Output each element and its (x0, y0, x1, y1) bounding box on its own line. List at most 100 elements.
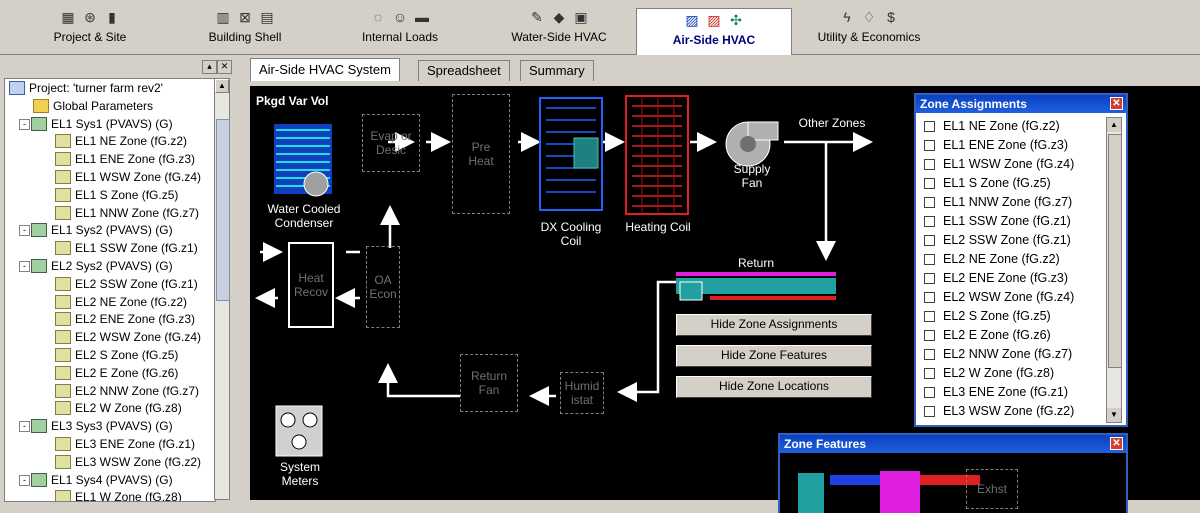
tree-node[interactable]: EL2 S Zone (fG.z5) (5, 346, 215, 364)
zone-checkbox[interactable] (924, 387, 935, 399)
zone-assignment-row[interactable]: EL1 WSW Zone (fG.z4) (924, 155, 1074, 174)
zone-checkbox[interactable] (924, 140, 935, 152)
tree-node[interactable]: EL2 WSW Zone (fG.z4) (5, 328, 215, 346)
evap-or-desic-box[interactable]: Evap or Desic (362, 114, 420, 172)
zone-assignment-row[interactable]: EL1 NNW Zone (fG.z7) (924, 193, 1072, 212)
tree-node[interactable]: EL3 WSW Zone (fG.z2) (5, 453, 215, 471)
tree-expander-icon[interactable]: - (19, 261, 30, 272)
zone-assignment-row[interactable]: EL2 NNW Zone (fG.z7) (924, 345, 1072, 364)
zone-checkbox[interactable] (924, 273, 935, 285)
zone-checkbox[interactable] (924, 406, 935, 418)
tree-expander-icon[interactable]: - (19, 118, 30, 130)
tree-node[interactable]: - EL2 Sys2 (PVAVS) (G) (5, 257, 215, 275)
tree-expander-icon[interactable]: - (19, 421, 30, 433)
tree-node[interactable]: EL2 E Zone (fG.z6) (5, 364, 215, 382)
heat-recovery-box[interactable]: Heat Recov (288, 242, 334, 328)
zone-assignment-row[interactable]: EL2 SSW Zone (fG.z1) (924, 231, 1071, 250)
heating-coil-icon[interactable] (625, 95, 689, 215)
humidistat-box[interactable]: Humid istat (560, 372, 604, 414)
zone-assignment-row[interactable]: EL2 NE Zone (fG.z2) (924, 250, 1060, 269)
zone-assignments-scrollbar[interactable]: ▲ ▼ (1106, 117, 1122, 423)
tree-node[interactable]: EL1 NE Zone (fG.z2) (5, 132, 215, 150)
tree-node[interactable]: EL3 ENE Zone (fG.z1) (5, 435, 215, 453)
tree-node[interactable]: EL2 ENE Zone (fG.z3) (5, 310, 215, 328)
tree-expander-icon[interactable]: - (19, 474, 30, 486)
water-cooled-condenser-icon[interactable] (274, 124, 332, 197)
preheat-box[interactable]: Pre Heat (452, 94, 510, 214)
tree-node[interactable]: - EL1 Sys4 (PVAVS) (G) (5, 471, 215, 489)
return-duct-icon[interactable] (676, 272, 836, 301)
zone-checkbox[interactable] (924, 292, 935, 304)
zone-checkbox[interactable] (924, 330, 935, 342)
zone-assignment-row[interactable]: EL1 SSW Zone (fG.z1) (924, 212, 1071, 231)
supply-fan-icon[interactable] (725, 121, 779, 167)
zone-checkbox[interactable] (924, 178, 935, 190)
tree-node[interactable]: EL2 W Zone (fG.z8) (5, 399, 215, 417)
minimize-icon[interactable]: ▴ (202, 60, 217, 74)
zone-assignment-row[interactable]: EL3 ENE Zone (fG.z1) (924, 383, 1068, 402)
zone-checkbox[interactable] (924, 254, 935, 266)
tree-node[interactable]: EL1 SSW Zone (fG.z1) (5, 239, 215, 257)
zone-checkbox[interactable] (924, 216, 935, 228)
zone-checkbox[interactable] (924, 197, 935, 209)
zone-assignment-row[interactable]: EL2 WSW Zone (fG.z4) (924, 288, 1074, 307)
zone-assignment-row[interactable]: EL2 W Zone (fG.z8) (924, 364, 1054, 383)
zone-assignment-label: EL3 ENE Zone (fG.z1) (943, 385, 1069, 399)
tree-node[interactable]: Project: 'turner farm rev2' (5, 79, 215, 97)
zone-assignment-label: EL2 SSW Zone (fG.z1) (943, 233, 1071, 247)
zone-assignment-row[interactable]: EL1 NE Zone (fG.z2) (924, 117, 1060, 136)
zone-assignment-row[interactable]: EL1 S Zone (fG.z5) (924, 174, 1051, 193)
tree-node[interactable]: EL2 NNW Zone (fG.z7) (5, 382, 215, 400)
zone-assignment-row[interactable]: EL2 E Zone (fG.z6) (924, 326, 1051, 345)
module-tab-5[interactable]: ϟ ♢ $ Utility & Economics (795, 6, 943, 50)
zone-checkbox[interactable] (924, 368, 935, 380)
zone-checkbox[interactable] (924, 349, 935, 361)
dx-cooling-coil-icon[interactable] (539, 97, 603, 211)
tree-scrollbar[interactable]: ▲ (214, 78, 230, 500)
tree-node[interactable]: - EL1 Sys2 (PVAVS) (G) (5, 221, 215, 239)
zone-checkbox[interactable] (924, 121, 935, 133)
module-tab-4[interactable]: ▨ ▨ ✣ Air-Side HVAC (636, 8, 792, 55)
close-pane-icon[interactable]: ✕ (217, 60, 232, 74)
module-tab-3[interactable]: ✎ ◆ ▣ Water-Side HVAC (490, 6, 628, 50)
tree-node[interactable]: EL1 NNW Zone (fG.z7) (5, 204, 215, 222)
module-tab-2[interactable]: ◌ ☺ ▬ Internal Loads (340, 6, 460, 50)
tree-expander-icon[interactable]: - (19, 225, 30, 237)
tree-node[interactable]: EL2 SSW Zone (fG.z1) (5, 275, 215, 293)
zone-checkbox[interactable] (924, 311, 935, 323)
scroll-up-icon[interactable]: ▲ (215, 79, 229, 93)
hide-zone-assignments-button[interactable]: Hide Zone Assignments (676, 314, 872, 336)
tab-air-side-hvac-system[interactable]: Air-Side HVAC System (250, 58, 400, 81)
scroll-down-icon[interactable]: ▼ (1107, 408, 1121, 422)
hide-zone-locations-button[interactable]: Hide Zone Locations (676, 376, 872, 398)
module-tab-0[interactable]: ▦ ⊛ ▮ Project & Site (30, 6, 150, 50)
system-meters-icon[interactable] (275, 405, 323, 457)
zone-checkbox[interactable] (924, 159, 935, 171)
return-fan-box[interactable]: Return Fan (460, 354, 518, 412)
zone-checkbox[interactable] (924, 235, 935, 247)
tree-node[interactable]: EL1 S Zone (fG.z5) (5, 186, 215, 204)
tree-node[interactable]: - EL1 Sys1 (PVAVS) (G) (5, 115, 215, 133)
scroll-thumb[interactable] (1108, 134, 1122, 368)
zone-assignment-row[interactable]: EL2 S Zone (fG.z5) (924, 307, 1051, 326)
zone-assignment-row[interactable]: EL2 ENE Zone (fG.z3) (924, 269, 1068, 288)
tree-node[interactable]: EL1 ENE Zone (fG.z3) (5, 150, 215, 168)
oa-economizer-box[interactable]: OA Econ (366, 246, 400, 328)
tree-node[interactable]: - EL3 Sys3 (PVAVS) (G) (5, 417, 215, 435)
scroll-thumb[interactable] (216, 119, 230, 301)
tree-node[interactable]: EL1 WSW Zone (fG.z4) (5, 168, 215, 186)
close-icon[interactable]: ✕ (1110, 97, 1123, 110)
scroll-up-icon[interactable]: ▲ (1107, 118, 1121, 132)
zone-assignment-row[interactable]: EL1 ENE Zone (fG.z3) (924, 136, 1068, 155)
exhaust-box[interactable]: Exhst (966, 469, 1018, 509)
tree-node[interactable]: Global Parameters (5, 97, 215, 115)
folder-icon (33, 98, 49, 113)
zone-assignment-row[interactable]: EL3 WSW Zone (fG.z2) (924, 402, 1074, 421)
system-icon (31, 472, 47, 487)
hide-zone-features-button[interactable]: Hide Zone Features (676, 345, 872, 367)
tab-spreadsheet[interactable]: Spreadsheet (418, 60, 510, 81)
module-tab-1[interactable]: ▥ ⊠ ▤ Building Shell (190, 6, 300, 50)
tree-node[interactable]: EL2 NE Zone (fG.z2) (5, 293, 215, 311)
tab-summary[interactable]: Summary (520, 60, 594, 81)
close-icon[interactable]: ✕ (1110, 437, 1123, 450)
